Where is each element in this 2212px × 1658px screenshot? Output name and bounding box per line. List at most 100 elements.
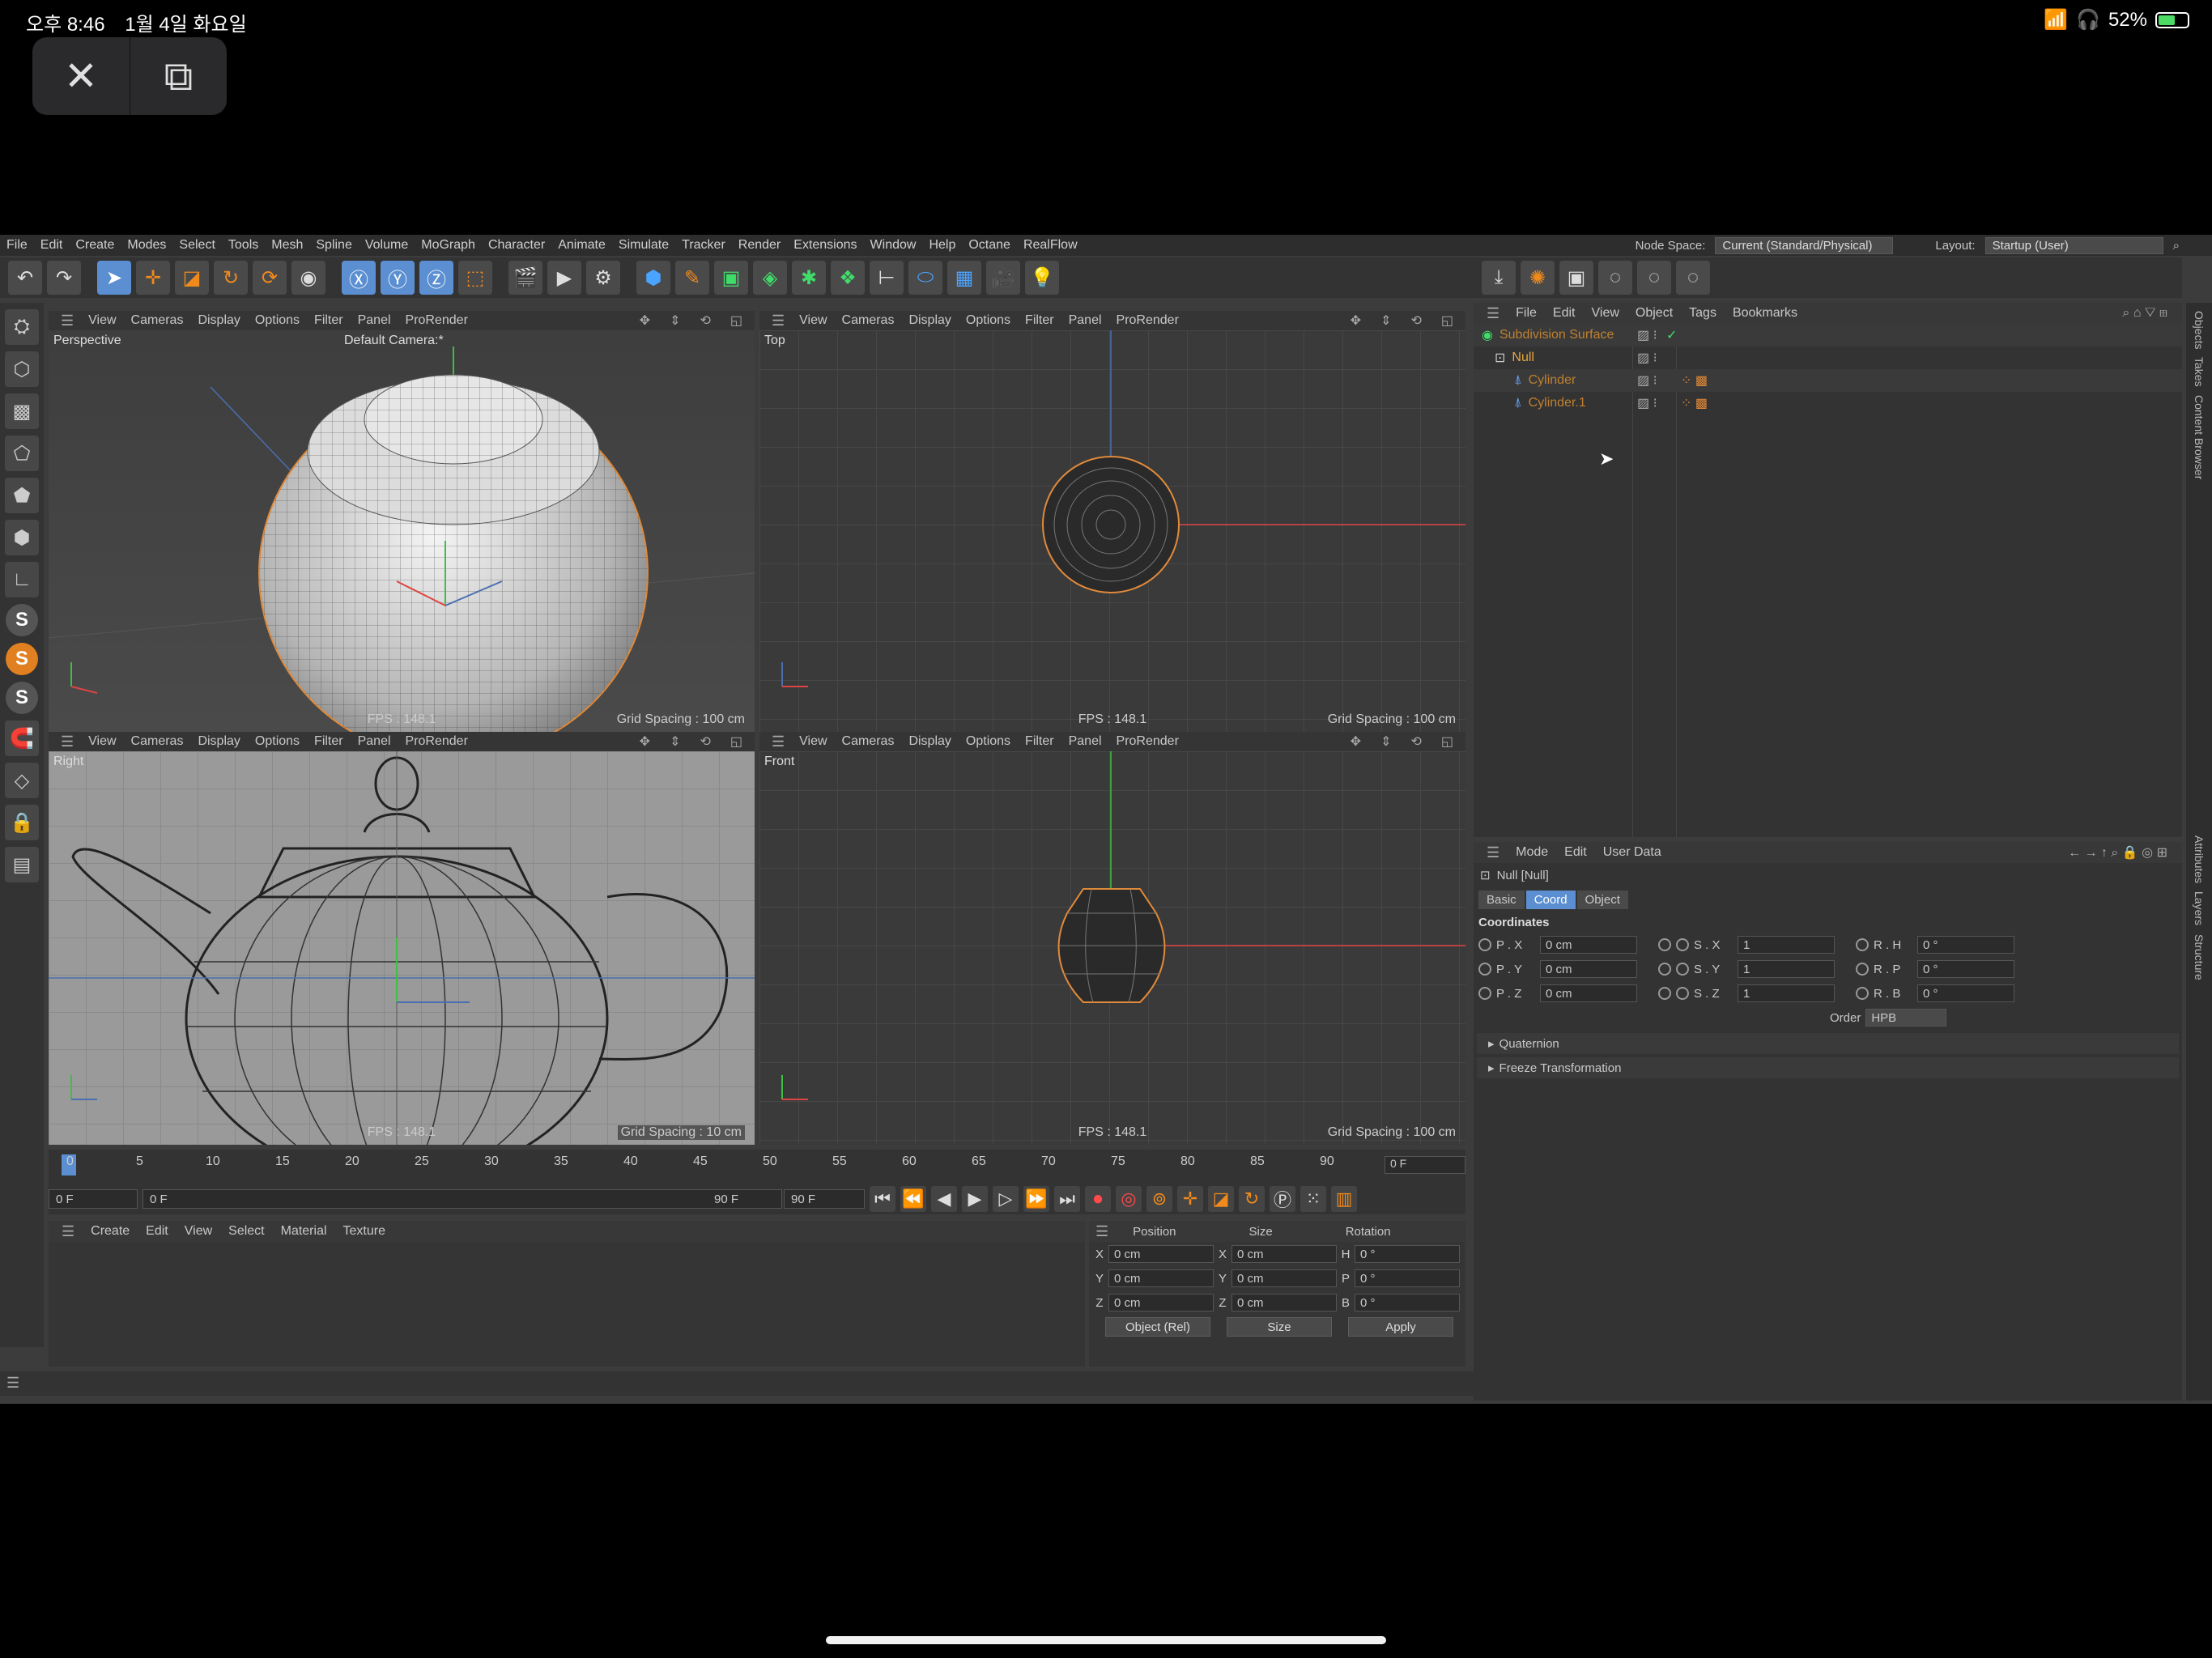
visibility-icon[interactable]: ▨ ⁝ (1637, 327, 1657, 343)
next-frame-icon[interactable]: ▷ (993, 1186, 1019, 1212)
object-manager[interactable]: ☰ File Edit View Object Tags Bookmarks ⌕… (1474, 303, 2182, 837)
position-y-field[interactable]: 0 cm (1108, 1269, 1214, 1287)
home-indicator[interactable] (826, 1636, 1386, 1644)
deformer-icon[interactable]: ⊢ (870, 261, 904, 295)
locked-workplane-icon[interactable]: 🔒 (5, 805, 39, 840)
points-mode-icon[interactable]: ⬠ (5, 436, 39, 471)
hamburger-icon[interactable]: ☰ (766, 733, 790, 750)
mat-menu-edit[interactable]: Edit (139, 1224, 175, 1239)
hamburger-icon[interactable]: ☰ (1480, 844, 1506, 861)
zoom-icon[interactable]: ⇕ (664, 733, 686, 750)
live-selection-icon[interactable]: ◉ (291, 261, 325, 295)
menu-tools[interactable]: Tools (222, 238, 265, 253)
edges-mode-icon[interactable]: ⬟ (5, 478, 39, 513)
viewport-canvas[interactable]: Front FPS : 148.1 Grid Spacing : 100 cm (759, 751, 1465, 1145)
x-axis-icon[interactable]: Ⓧ (342, 261, 376, 295)
menu-realflow[interactable]: RealFlow (1017, 238, 1084, 253)
menu-window[interactable]: Window (864, 238, 923, 253)
node-space-dropdown[interactable]: Current (Standard/Physical) (1715, 237, 1894, 254)
hamburger-icon[interactable]: ☰ (1480, 305, 1506, 322)
rotation-order-dropdown[interactable]: HPB (1865, 1009, 1947, 1027)
prev-frame-icon[interactable]: ◀ (931, 1186, 957, 1212)
search-icon[interactable]: ⌕ (2173, 239, 2180, 253)
vp-menu-filter[interactable]: Filter (1019, 313, 1060, 328)
tab-basic[interactable]: Basic (1478, 891, 1525, 909)
obj-menu-bookmarks[interactable]: Bookmarks (1726, 306, 1804, 321)
go-to-start-icon[interactable]: ⏮ (870, 1186, 895, 1212)
vp-menu-panel[interactable]: Panel (352, 734, 397, 749)
light-icon[interactable]: 💡 (1025, 261, 1059, 295)
vp-menu-prorender[interactable]: ProRender (400, 734, 474, 749)
side-tab-objects[interactable]: Objects (2193, 311, 2206, 349)
camera-icon[interactable]: 🎥 (986, 261, 1020, 295)
key-parameter-icon[interactable]: Ⓟ (1270, 1186, 1295, 1212)
orbit-icon[interactable]: ⟲ (694, 733, 716, 750)
maximize-icon[interactable]: ◱ (1436, 733, 1459, 750)
viewport-perspective[interactable]: ☰ View Cameras Display Options Filter Pa… (49, 311, 755, 732)
menu-simulate[interactable]: Simulate (612, 238, 675, 253)
vp-menu-options[interactable]: Options (249, 734, 305, 749)
viewport-canvas[interactable]: Right FPS : 148.1 Grid Spacing : 10 cm (49, 751, 755, 1145)
vp-menu-cameras[interactable]: Cameras (836, 313, 900, 328)
current-frame-field[interactable]: 0 F (1385, 1156, 1465, 1174)
position-x-field[interactable]: 0 cm (1108, 1245, 1214, 1263)
attr-nav-icons[interactable]: ← → ↑ ⌕ 🔒 ◎ ⊞ (2061, 844, 2174, 861)
coordinate-system-icon[interactable]: ⬚ (458, 261, 492, 295)
rotation-h-field[interactable]: 0 ° (1355, 1245, 1460, 1263)
cloner-icon[interactable]: ✱ (792, 261, 826, 295)
vp-menu-cameras[interactable]: Cameras (125, 734, 189, 749)
range-start-field[interactable]: 0 F (143, 1189, 782, 1209)
timeline-ruler[interactable]: 0 5 10 15 20 25 30 35 40 45 50 55 60 65 … (55, 1154, 1367, 1179)
attr-rh-field[interactable]: 0 ° (1917, 936, 2014, 954)
pan-icon[interactable]: ✥ (634, 733, 656, 750)
animate-radio[interactable] (1658, 938, 1671, 951)
menu-extensions[interactable]: Extensions (787, 238, 863, 253)
maximize-icon[interactable]: ◱ (725, 733, 748, 750)
orbit-icon[interactable]: ⟲ (694, 312, 716, 329)
vp-menu-options[interactable]: Options (960, 734, 1016, 749)
obj-menu-tags[interactable]: Tags (1682, 306, 1723, 321)
vp-menu-view[interactable]: View (793, 734, 832, 749)
animate-radio[interactable] (1676, 987, 1689, 1000)
mat-menu-select[interactable]: Select (222, 1224, 270, 1239)
octane-icon[interactable]: ✺ (1521, 261, 1555, 295)
menu-edit[interactable]: Edit (34, 238, 70, 253)
mat-menu-view[interactable]: View (178, 1224, 219, 1239)
attr-pz-field[interactable]: 0 cm (1540, 984, 1637, 1002)
zoom-icon[interactable]: ⇕ (1375, 733, 1397, 750)
solo-icon[interactable]: S (6, 604, 38, 636)
close-icon[interactable]: ✕ (32, 37, 130, 115)
z-axis-icon[interactable]: Ⓩ (419, 261, 453, 295)
pan-icon[interactable]: ✥ (1345, 312, 1367, 329)
menu-modes[interactable]: Modes (121, 238, 172, 253)
side-tab-takes[interactable]: Takes (2193, 357, 2206, 387)
object-name[interactable]: Cylinder (1529, 373, 1576, 388)
workplane-icon[interactable]: ◇ (5, 763, 39, 798)
visibility-icon[interactable]: ▨ ⁝ (1637, 395, 1657, 411)
polygons-mode-icon[interactable]: ⬢ (5, 520, 39, 555)
animate-radio[interactable] (1856, 987, 1869, 1000)
vp-menu-options[interactable]: Options (249, 313, 305, 328)
orbit-icon[interactable]: ⟲ (1405, 733, 1427, 750)
animate-radio[interactable] (1658, 963, 1671, 976)
play-icon[interactable]: ▶ (962, 1186, 988, 1212)
floor-icon[interactable]: ▦ (947, 261, 981, 295)
animate-radio[interactable] (1856, 938, 1869, 951)
start-frame-field[interactable]: 0 F (49, 1189, 138, 1209)
rotation-p-field[interactable]: 0 ° (1355, 1269, 1460, 1287)
zoom-icon[interactable]: ⇕ (664, 312, 686, 329)
menu-help[interactable]: Help (922, 238, 962, 253)
snap-magnet-icon[interactable]: 🧲 (5, 721, 39, 756)
mat-menu-material[interactable]: Material (274, 1224, 334, 1239)
vp-menu-prorender[interactable]: ProRender (1111, 734, 1185, 749)
animate-radio[interactable] (1676, 938, 1689, 951)
texture-mode-icon[interactable]: ▩ (5, 393, 39, 429)
coord-mode-dropdown[interactable]: Object (Rel) (1105, 1317, 1210, 1337)
scale-tool-icon[interactable]: ◪ (175, 261, 209, 295)
key-rotation-icon[interactable]: ↻ (1239, 1186, 1265, 1212)
visibility-icon[interactable]: ▨ ⁝ (1637, 350, 1657, 366)
vp-menu-cameras[interactable]: Cameras (125, 313, 189, 328)
vp-menu-panel[interactable]: Panel (1063, 734, 1108, 749)
attr-menu-edit[interactable]: Edit (1558, 845, 1593, 860)
mat-menu-create[interactable]: Create (84, 1224, 136, 1239)
